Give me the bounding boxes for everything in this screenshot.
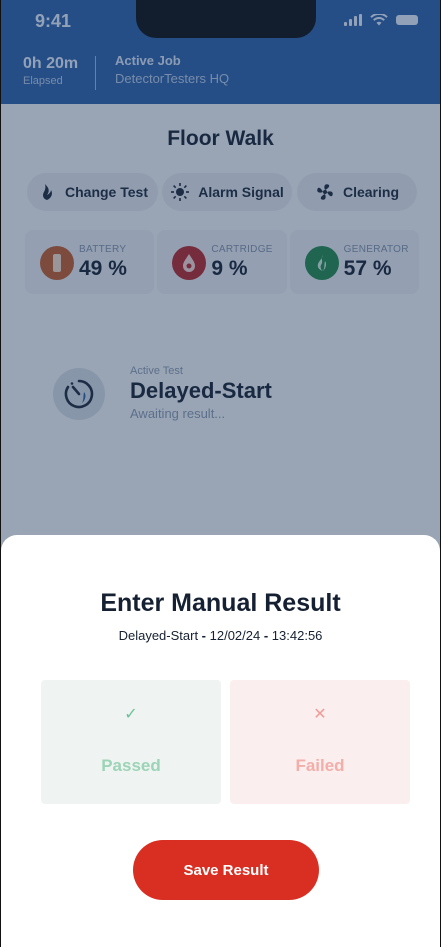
- subtitle-separator: -: [198, 628, 210, 643]
- phone-screen: 9:41 0h 20m Elapsed Active Job DetectorT…: [0, 0, 441, 947]
- sheet-title: Enter Manual Result: [100, 589, 341, 617]
- sheet-test-name: Delayed-Start: [118, 628, 199, 643]
- save-result-button[interactable]: Save Result: [133, 840, 319, 900]
- close-icon: ✕: [313, 706, 327, 723]
- sheet-date: 12/02/24: [209, 628, 261, 643]
- passed-option[interactable]: ✓ Passed: [41, 680, 221, 804]
- failed-option[interactable]: ✕ Failed: [230, 680, 410, 804]
- manual-result-sheet: Enter Manual Result Delayed-Start - 12/0…: [1, 535, 440, 947]
- subtitle-separator: -: [260, 628, 272, 643]
- passed-label: Passed: [101, 756, 161, 775]
- sheet-time: 13:42:56: [271, 628, 323, 643]
- failed-label: Failed: [295, 756, 345, 775]
- sheet-subtitle: Delayed-Start - 12/02/24 - 13:42:56: [1, 628, 440, 643]
- check-icon: ✓: [124, 706, 138, 723]
